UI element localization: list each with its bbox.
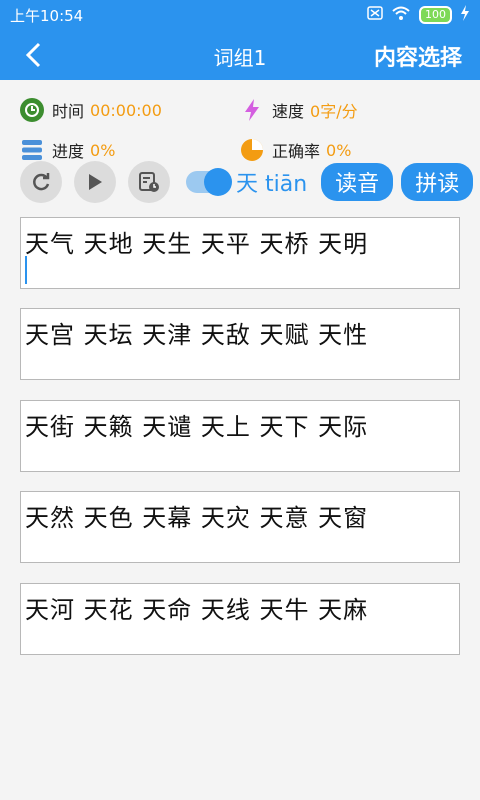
toggle-knob (204, 168, 232, 196)
spell-button[interactable]: 拼读 (401, 163, 474, 201)
word-card-text: 天河 天花 天命 天线 天牛 天麻 (25, 596, 369, 624)
word-card[interactable]: 天然 天色 天幕 天灾 天意 天窗 (20, 491, 460, 563)
pinyin-toggle[interactable] (186, 168, 232, 196)
wifi-icon (391, 6, 411, 24)
pie-chart-icon (240, 138, 264, 162)
progress-value: 0% (90, 140, 116, 160)
refresh-icon (33, 173, 50, 191)
text-cursor (25, 256, 27, 284)
accuracy-label: 正确率 (272, 142, 321, 161)
read-button[interactable]: 读音 (321, 163, 394, 201)
speed-stat: 速度 0字/分 (240, 98, 460, 122)
play-button[interactable] (74, 161, 116, 203)
timer-icon (139, 172, 159, 192)
play-icon (89, 174, 102, 190)
app-header: 词组1 内容选择 (0, 30, 480, 80)
charging-icon (460, 5, 470, 25)
pinyin-toggle-label: 天 tiān (236, 172, 308, 197)
word-card-text: 天宫 天坛 天津 天敌 天赋 天性 (25, 321, 369, 349)
progress-label: 进度 (52, 142, 85, 161)
status-bar: 上午10:54 100 (0, 0, 480, 30)
word-card[interactable]: 天宫 天坛 天津 天敌 天赋 天性 (20, 308, 460, 380)
controls-bar: 天 tiān 读音 拼读 (20, 160, 480, 204)
word-card[interactable]: 天河 天花 天命 天线 天牛 天麻 (20, 583, 460, 655)
word-card[interactable]: 天街 天籁 天谴 天上 天下 天际 (20, 400, 460, 472)
timer-button[interactable] (128, 161, 170, 203)
clock-icon (20, 98, 44, 122)
time-label: 时间 (52, 102, 85, 121)
word-card-text: 天然 天色 天幕 天灾 天意 天窗 (25, 504, 369, 532)
battery-icon: 100 (419, 6, 452, 24)
lightning-icon (240, 98, 264, 122)
accuracy-value: 0% (326, 140, 352, 160)
notification-icon (367, 6, 383, 24)
progress-icon (20, 138, 44, 162)
time-value: 00:00:00 (90, 100, 162, 120)
time-stat: 时间 00:00:00 (20, 98, 240, 122)
stats-panel: 时间 00:00:00 速度 0字/分 进度 0% 正确率 0% (20, 90, 460, 170)
word-card[interactable]: 天气 天地 天生 天平 天桥 天明 (20, 217, 460, 289)
progress-stat: 进度 0% (20, 138, 240, 162)
speed-value: 0字/分 (310, 102, 358, 121)
word-card-text: 天街 天籁 天谴 天上 天下 天际 (25, 413, 369, 441)
speed-label: 速度 (272, 102, 305, 121)
accuracy-stat: 正确率 0% (240, 138, 460, 162)
content-select-button[interactable]: 内容选择 (374, 40, 462, 72)
word-card-text: 天气 天地 天生 天平 天桥 天明 (25, 230, 369, 258)
status-time: 上午10:54 (10, 6, 84, 25)
restart-button[interactable] (20, 161, 62, 203)
